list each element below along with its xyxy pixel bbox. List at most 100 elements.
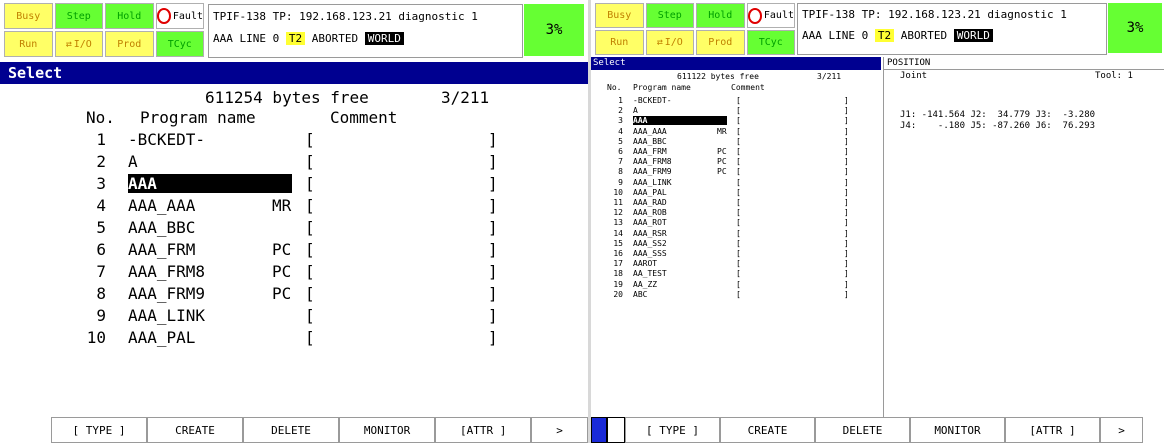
list-item[interactable]: 5 AAA_BBC [] xyxy=(0,218,588,240)
program-name[interactable]: -BCKEDT- xyxy=(128,130,205,149)
program-name[interactable]: AAA_SS2 xyxy=(633,239,667,248)
list-item[interactable]: 4 AAA_AAA MR [] xyxy=(0,196,588,218)
list-item[interactable]: 9 AAA_LINK [] xyxy=(591,178,881,188)
program-name[interactable]: AAA_SSS xyxy=(633,249,667,258)
list-item[interactable]: 1 -BCKEDT- [] xyxy=(591,96,881,106)
list-item[interactable]: 11 AAA_RAD [] xyxy=(591,198,881,208)
program-name[interactable]: AAA_FRM8 xyxy=(633,157,672,166)
lamp-label: Busy xyxy=(16,10,41,22)
program-name[interactable]: AAA_LINK xyxy=(633,178,672,187)
program-name[interactable]: AA_ZZ xyxy=(633,280,657,289)
list-item[interactable]: 10 AAA_PAL [] xyxy=(591,188,881,198)
program-name[interactable]: AAA_RSR xyxy=(633,229,667,238)
list-item[interactable]: 8 AAA_FRM9 PC [] xyxy=(0,284,588,306)
program-name[interactable]: AAA_PAL xyxy=(633,188,667,197)
override-percent[interactable]: 3% xyxy=(524,4,584,56)
right-teach-pendant-screen: Busy Step Hold Fault Run ⇄ I/O Prod TCyc … xyxy=(591,0,1164,443)
list-item[interactable]: 2 A [] xyxy=(0,152,588,174)
fkey-create[interactable]: CREATE xyxy=(720,417,815,443)
program-name[interactable]: -BCKEDT- xyxy=(633,96,672,105)
status-header: Busy Step Hold Fault Run ⇄ I/O Prod TCyc … xyxy=(591,0,1164,58)
list-item[interactable]: 19 AA_ZZ [] xyxy=(591,280,881,290)
list-item[interactable]: 5 AAA_BBC [] xyxy=(591,137,881,147)
fkey-monitor[interactable]: MONITOR xyxy=(339,417,436,443)
lamp-label: TCyc xyxy=(167,38,192,50)
fkey-monitor[interactable]: MONITOR xyxy=(910,417,1005,443)
program-name[interactable]: AAA xyxy=(633,116,727,126)
program-name[interactable]: AAA_FRM9 xyxy=(633,167,672,176)
lamp-tcyc: TCyc xyxy=(155,31,204,57)
program-name[interactable]: AAA_FRM8 xyxy=(128,262,205,281)
white-indicator-icon xyxy=(607,417,625,443)
comment-close-bracket: ] xyxy=(844,167,849,177)
program-name[interactable]: AAA_AAA xyxy=(128,196,195,215)
row-number: 16 xyxy=(613,249,623,258)
comment-close-bracket: ] xyxy=(488,328,498,347)
col-no-header: No. xyxy=(607,83,622,92)
row-number: 15 xyxy=(613,238,623,248)
list-item[interactable]: 6 AAA_FRM PC [] xyxy=(591,147,881,157)
comment-close-bracket: ] xyxy=(844,136,849,146)
fkey-next[interactable]: > xyxy=(531,417,588,443)
fkey-type[interactable]: [ TYPE ] xyxy=(50,417,147,443)
program-name[interactable]: AAA_ROT xyxy=(633,218,667,227)
program-name[interactable]: ABC xyxy=(633,290,647,299)
list-item[interactable]: 7 AAA_FRM8 PC [] xyxy=(0,262,588,284)
program-name[interactable]: AAA_BBC xyxy=(633,137,667,146)
list-item[interactable]: 12 AAA_ROB [] xyxy=(591,208,881,218)
program-name[interactable]: A xyxy=(128,152,138,171)
list-item[interactable]: 1 -BCKEDT- [] xyxy=(0,130,588,152)
lamp-step: Step xyxy=(645,3,694,28)
list-item[interactable]: 14 AAA_RSR [] xyxy=(591,229,881,239)
comment-open-bracket: [ xyxy=(736,96,741,105)
fkey-attr[interactable]: [ATTR ] xyxy=(1005,417,1100,443)
program-name[interactable]: AAA_FRM9 xyxy=(128,284,205,303)
list-item[interactable]: 20 ABC [] xyxy=(591,290,881,300)
joint-values-row1: J1: -141.564 J2: 34.779 J3: -3.280 xyxy=(900,110,1096,120)
list-item[interactable]: 13 AAA_ROT [] xyxy=(591,218,881,228)
list-item[interactable]: 15 AAA_SS2 [] xyxy=(591,239,881,249)
joint-values-row2: J4: -.180 J5: -87.260 J6: 76.293 xyxy=(900,121,1096,131)
fkey-type[interactable]: [ TYPE ] xyxy=(625,417,720,443)
program-name[interactable]: AA_TEST xyxy=(633,269,667,278)
list-item[interactable]: 7 AAA_FRM8 PC [] xyxy=(591,157,881,167)
lamp-label: Step xyxy=(66,10,91,22)
comment-open-bracket: [ xyxy=(305,218,315,237)
list-item[interactable]: 3 AAA [] xyxy=(0,174,588,196)
list-item[interactable]: 18 AA_TEST [] xyxy=(591,269,881,279)
screen-title: Select xyxy=(0,62,588,84)
program-name[interactable]: AAA xyxy=(128,174,292,193)
fkey-create[interactable]: CREATE xyxy=(146,417,244,443)
list-item[interactable]: 4 AAA_AAA MR [] xyxy=(591,127,881,137)
row-number: 10 xyxy=(613,187,623,197)
list-item[interactable]: 2 A [] xyxy=(591,106,881,116)
override-percent[interactable]: 3% xyxy=(1108,3,1162,53)
fkey-attr[interactable]: [ATTR ] xyxy=(435,417,532,443)
program-name[interactable]: AAA_FRM xyxy=(128,240,195,259)
program-name[interactable]: AAA_AAA xyxy=(633,127,667,136)
fkey-next[interactable]: > xyxy=(1100,417,1143,443)
row-number: 14 xyxy=(613,228,623,238)
program-name[interactable]: AAROT xyxy=(633,259,657,268)
program-count: 3/211 xyxy=(441,88,490,107)
fkey-delete[interactable]: DELETE xyxy=(815,417,910,443)
program-name[interactable]: AAA_FRM xyxy=(633,147,667,156)
program-name[interactable]: AAA_BBC xyxy=(128,218,195,237)
list-item[interactable]: 3 AAA [] xyxy=(591,116,881,126)
list-item[interactable]: 6 AAA_FRM PC [] xyxy=(0,240,588,262)
program-name[interactable]: AAA_RAD xyxy=(633,198,667,207)
program-name[interactable]: AAA_LINK xyxy=(128,306,205,325)
list-item[interactable]: 9 AAA_LINK [] xyxy=(0,306,588,328)
program-name[interactable]: AAA_ROB xyxy=(633,208,667,217)
coord-frame-badge: WORLD xyxy=(953,29,993,42)
comment-close-bracket: ] xyxy=(488,218,498,237)
list-item[interactable]: 8 AAA_FRM9 PC [] xyxy=(591,167,881,177)
row-number: 17 xyxy=(613,259,623,269)
program-name[interactable]: A xyxy=(633,106,638,115)
program-name[interactable]: AAA_PAL xyxy=(128,328,195,347)
list-item[interactable]: 10 AAA_PAL [] xyxy=(0,328,588,350)
list-item[interactable]: 17 AAROT [] xyxy=(591,259,881,269)
list-item[interactable]: 16 AAA_SSS [] xyxy=(591,249,881,259)
comment-open-bracket: [ xyxy=(305,328,315,347)
fkey-delete[interactable]: DELETE xyxy=(243,417,340,443)
